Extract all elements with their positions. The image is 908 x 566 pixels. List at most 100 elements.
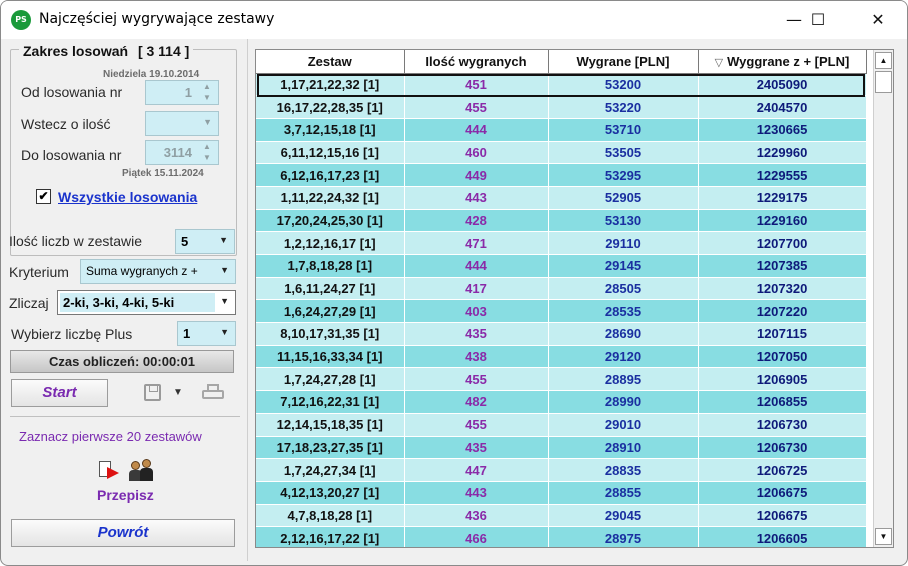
header-winnings[interactable]: Wygrane [PLN] xyxy=(548,50,699,74)
cell-set: 4,12,13,20,27 [1] xyxy=(256,481,405,505)
spin-up-icon[interactable]: ▲ xyxy=(200,142,214,152)
cell-wins-count: 460 xyxy=(404,141,549,165)
count-combo[interactable]: 5 ▼ xyxy=(175,229,235,254)
users-icon[interactable] xyxy=(129,459,155,483)
table-row[interactable]: 4,12,13,20,27 [1] 443 28855 1206675 xyxy=(256,481,867,505)
cell-winnings: 29045 xyxy=(548,504,699,528)
table-row[interactable]: 6,11,12,15,16 [1] 460 53505 1229960 xyxy=(256,141,867,165)
cell-wins-count: 455 xyxy=(404,413,549,437)
save-icon[interactable] xyxy=(144,384,161,401)
cell-set: 2,12,16,17,22 [1] xyxy=(256,526,405,547)
spin-down-icon[interactable]: ▼ xyxy=(200,93,214,103)
results-table: Zestaw Ilość wygranych Wygrane [PLN] ▽ Wy… xyxy=(256,50,867,547)
back-combo[interactable]: ▼ xyxy=(145,111,219,136)
scroll-down-icon[interactable]: ▼ xyxy=(875,528,892,545)
table-row[interactable]: 7,12,16,22,31 [1] 482 28990 1206855 xyxy=(256,390,867,414)
cell-wins-count: 466 xyxy=(404,526,549,547)
cell-wins-count: 403 xyxy=(404,299,549,324)
calc-time-button: Czas obliczeń: 00:00:01 xyxy=(10,350,234,373)
cell-winnings: 29145 xyxy=(548,254,699,278)
table-row[interactable]: 1,7,8,18,28 [1] 444 29145 1207385 xyxy=(256,254,867,278)
cell-winnings: 28975 xyxy=(548,526,699,547)
table-row[interactable]: 1,7,24,27,34 [1] 447 28835 1206725 xyxy=(256,458,867,482)
table-row[interactable]: 1,7,24,27,28 [1] 455 28895 1206905 xyxy=(256,367,867,392)
cell-wins-count: 428 xyxy=(404,209,549,233)
sort-desc-icon: ▽ xyxy=(714,56,724,69)
from-spinner[interactable]: 1 ▲ ▼ xyxy=(145,80,219,105)
cell-winnings: 53710 xyxy=(548,118,699,142)
mark-first-link[interactable]: Zaznacz pierwsze 20 zestawów xyxy=(19,429,202,444)
plus-combo[interactable]: 1 ▼ xyxy=(177,321,236,346)
table-row[interactable]: 3,7,12,15,18 [1] 444 53710 1230665 xyxy=(256,118,867,142)
criterion-combo[interactable]: Suma wygranych z + ▼ xyxy=(80,259,236,284)
copy-label[interactable]: Przepisz xyxy=(97,487,154,503)
table-body: 1,17,21,22,32 [1] 451 53200 2405090 16,17,22… xyxy=(256,73,867,547)
cell-winnings-plus: 2404570 xyxy=(698,95,867,119)
maximize-button[interactable]: ☐ xyxy=(795,1,841,39)
table-row[interactable]: 1,6,24,27,29 [1] 403 28535 1207220 xyxy=(256,299,867,324)
start-button[interactable]: Start xyxy=(11,379,108,407)
cell-winnings: 28855 xyxy=(548,481,699,505)
criterion-value: Suma wygranych z + xyxy=(86,264,198,278)
table-row[interactable]: 1,2,12,16,17 [1] 471 29110 1207700 xyxy=(256,231,867,255)
copy-icon[interactable] xyxy=(99,461,121,483)
header-wins-count[interactable]: Ilość wygranych xyxy=(404,50,549,74)
table-row[interactable]: 4,7,8,18,28 [1] 436 29045 1206675 xyxy=(256,504,867,528)
table-row[interactable]: 2,12,16,17,22 [1] 466 28975 1206605 xyxy=(256,526,867,547)
cell-winnings: 53200 xyxy=(548,73,699,97)
cell-wins-count: 443 xyxy=(404,186,549,210)
maximize-icon: ☐ xyxy=(810,10,826,29)
all-draws-label[interactable]: Wszystkie losowania xyxy=(58,189,197,205)
table-row[interactable]: 1,6,11,24,27 [1] 417 28505 1207320 xyxy=(256,277,867,301)
back-button[interactable]: Powrót xyxy=(11,519,235,547)
scroll-up-icon[interactable]: ▲ xyxy=(875,52,892,69)
scroll-thumb[interactable] xyxy=(875,71,892,93)
cell-winnings-plus: 1206905 xyxy=(698,367,867,392)
cell-winnings-plus: 1206730 xyxy=(698,413,867,437)
count-value: 5 xyxy=(181,234,189,249)
spin-up-icon[interactable]: ▲ xyxy=(200,82,214,92)
left-panel: Zakres losowań [ 3 114 ] Niedziela 19.10… xyxy=(1,39,245,565)
table-row[interactable]: 17,20,24,25,30 [1] 428 53130 1229160 xyxy=(256,209,867,233)
header-set[interactable]: Zestaw xyxy=(256,50,405,74)
plus-label: Wybierz liczbę Plus xyxy=(11,326,133,342)
table-row[interactable]: 12,14,15,18,35 [1] 455 29010 1206730 xyxy=(256,413,867,437)
cell-winnings: 53295 xyxy=(548,163,699,187)
table-row[interactable]: 11,15,16,33,34 [1] 438 29120 1207050 xyxy=(256,345,867,369)
spin-down-icon[interactable]: ▼ xyxy=(200,153,214,163)
table-row[interactable]: 1,11,22,24,32 [1] 443 52905 1229175 xyxy=(256,186,867,210)
cell-set: 7,12,16,22,31 [1] xyxy=(256,390,405,414)
cell-winnings: 29010 xyxy=(548,413,699,437)
table-row[interactable]: 8,10,17,31,35 [1] 435 28690 1207115 xyxy=(256,322,867,346)
close-button[interactable]: ✕ xyxy=(855,1,901,39)
cell-winnings: 28895 xyxy=(548,367,699,392)
cell-winnings-plus: 1230665 xyxy=(698,118,867,142)
header-winnings-plus[interactable]: ▽ Wyggrane z + [PLN] xyxy=(698,50,867,74)
results-grid[interactable]: Zestaw Ilość wygranych Wygrane [PLN] ▽ Wy… xyxy=(255,49,894,548)
cell-winnings: 29120 xyxy=(548,345,699,369)
cell-winnings-plus: 1206730 xyxy=(698,436,867,460)
vertical-scrollbar[interactable]: ▲ ▼ xyxy=(873,50,893,547)
all-draws-checkbox[interactable]: ✔ xyxy=(36,189,51,204)
cell-winnings: 28835 xyxy=(548,458,699,482)
to-value: 3114 xyxy=(163,145,192,160)
chevron-down-icon[interactable]: ▼ xyxy=(173,387,183,398)
cell-winnings: 52905 xyxy=(548,186,699,210)
cell-winnings-plus: 1206605 xyxy=(698,526,867,547)
printer-icon[interactable] xyxy=(202,384,224,402)
table-row[interactable]: 16,17,22,28,35 [1] 455 53220 2404570 xyxy=(256,95,867,119)
cell-winnings: 28690 xyxy=(548,322,699,346)
count-hits-combo[interactable]: 2-ki, 3-ki, 4-ki, 5-ki ▼ xyxy=(57,290,236,315)
table-row[interactable]: 1,17,21,22,32 [1] 451 53200 2405090 xyxy=(256,73,867,97)
cell-winnings-plus: 1207220 xyxy=(698,299,867,324)
cell-wins-count: 444 xyxy=(404,118,549,142)
printer-body xyxy=(202,390,224,399)
cell-set: 17,20,24,25,30 [1] xyxy=(256,209,405,233)
from-date: Niedziela 19.10.2014 xyxy=(103,69,200,80)
cell-set: 17,18,23,27,35 [1] xyxy=(256,436,405,460)
table-row[interactable]: 6,12,16,17,23 [1] 449 53295 1229555 xyxy=(256,163,867,187)
cell-winnings-plus: 1206675 xyxy=(698,504,867,528)
cell-winnings-plus: 1206725 xyxy=(698,458,867,482)
to-spinner[interactable]: 3114 ▲ ▼ xyxy=(145,140,219,165)
table-row[interactable]: 17,18,23,27,35 [1] 435 28910 1206730 xyxy=(256,436,867,460)
